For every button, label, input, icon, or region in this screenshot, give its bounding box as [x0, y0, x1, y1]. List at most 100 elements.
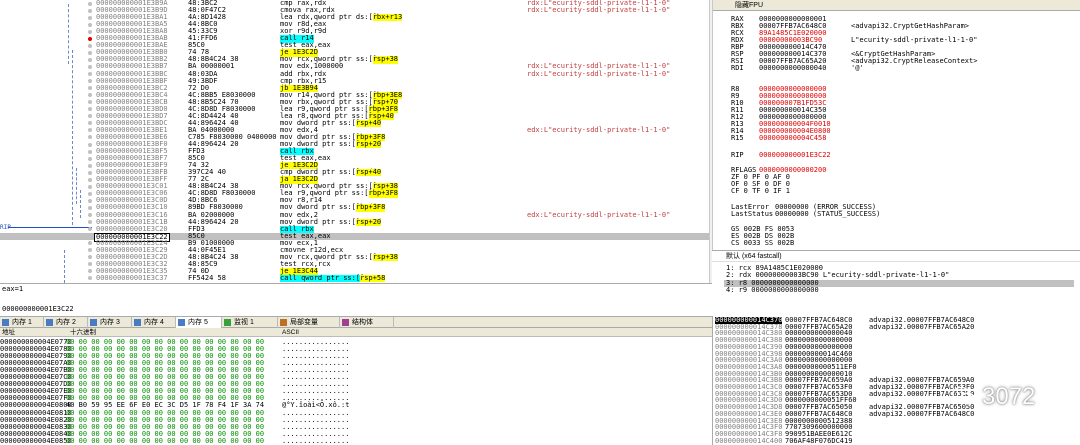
- info-strip: eax=1 000000000001E3C22: [0, 283, 712, 316]
- tab-7[interactable]: 局部变量: [278, 317, 340, 328]
- breakpoint-dot-icon[interactable]: [88, 15, 92, 20]
- hex-address: 000000000004E0850: [0, 436, 72, 445]
- breakpoint-dot-icon[interactable]: [88, 205, 92, 210]
- wechat-icon: [952, 386, 975, 405]
- breakpoint-dot-icon[interactable]: [88, 213, 92, 217]
- breakpoint-dot-icon[interactable]: [88, 163, 92, 168]
- disasm-row[interactable]: 000000000001E3C37 FF5424 58 call qword ptr…: [0, 273, 709, 283]
- breakpoint-dot-icon[interactable]: [88, 135, 92, 140]
- breakpoint-dot-icon[interactable]: [88, 86, 92, 91]
- call-arg-row[interactable]: 4: r9 0000000000000000: [726, 286, 819, 294]
- breakpoint-dot-icon[interactable]: [88, 156, 92, 161]
- register-row[interactable]: RIP 000000000001E3C22: [731, 151, 1080, 159]
- breakpoint-dot-icon[interactable]: [88, 198, 92, 203]
- info-address: 000000000001E3C22: [2, 305, 74, 313]
- breakpoint-dot-icon[interactable]: [88, 43, 92, 48]
- register-comment: '@': [851, 64, 864, 72]
- breakpoint-dot-icon[interactable]: [88, 128, 92, 133]
- stack-address: 000000000014C400: [715, 436, 783, 445]
- breakpoint-dot-icon[interactable]: [88, 29, 92, 34]
- breakpoint-dot-icon[interactable]: [88, 220, 92, 225]
- breakpoint-dot-icon[interactable]: [88, 114, 92, 119]
- memory-tabs: 内存 1 内存 2 内存 3 内存 4 内存 5 监视 1 局部变量 结构体: [0, 316, 712, 328]
- register-name: LastStatus: [731, 210, 774, 218]
- breakpoint-dot-icon[interactable]: [88, 107, 92, 112]
- breakpoint-dot-icon[interactable]: [88, 170, 92, 175]
- hex-row[interactable]: 000000000004E0850 00 00 00 00 00 00 00 00…: [0, 436, 712, 445]
- tab-label: 结构体: [352, 319, 373, 326]
- hex-col-hex[interactable]: 十六进制: [70, 328, 96, 337]
- tab-label: 局部变量: [290, 319, 318, 326]
- hex-col-ascii[interactable]: ASCII: [282, 328, 299, 337]
- register-row[interactable]: CS 0033 SS 002B: [731, 239, 1080, 247]
- hex-header: 地址 十六进制 ASCII: [0, 328, 712, 337]
- breakpoint-dot-icon[interactable]: [88, 262, 92, 267]
- watermark: 3072: [952, 382, 1072, 412]
- breakpoint-dot-icon[interactable]: [88, 255, 92, 260]
- tab-2[interactable]: 内存 2: [44, 317, 88, 328]
- register-row[interactable]: CF 0 TF 0 IF 1: [731, 187, 1080, 195]
- memory-icon: [2, 319, 9, 326]
- tab-8[interactable]: 结构体: [340, 317, 394, 328]
- register-value[interactable]: 0000000000000040: [759, 64, 826, 72]
- hex-dump[interactable]: 地址 十六进制 ASCII 000000000004E0770 00 00 00 …: [0, 328, 712, 445]
- breakpoint-dot-icon[interactable]: [88, 269, 92, 274]
- tab-6[interactable]: 监视 1: [222, 317, 278, 328]
- register-value[interactable]: 000000000001E3C22: [759, 151, 831, 159]
- breakpoint-dot-icon[interactable]: [88, 36, 92, 41]
- breakpoint-dot-icon[interactable]: [88, 241, 92, 246]
- disassembly-view[interactable]: RIP 000000000001E3B9A 48:3BC2 cmp rax,rdx r…: [0, 0, 710, 283]
- disasm-address: 000000000001E3C37: [96, 273, 168, 282]
- breakpoint-dot-icon[interactable]: [88, 79, 92, 84]
- tab-1[interactable]: 内存 1: [0, 317, 44, 328]
- memory-icon: [134, 319, 141, 326]
- call-convention-panel[interactable]: 默认 (x64 fastcall) 1: rcx 89A1485C1E02000…: [712, 250, 1080, 316]
- register-name: CS 0033 SS 002B: [731, 239, 795, 247]
- hex-col-address[interactable]: 地址: [2, 328, 15, 337]
- disasm-bytes: FF5424 58: [188, 273, 226, 282]
- stack-row[interactable]: 000000000014C400 706AF48F076DC419: [715, 436, 1079, 445]
- hex-ascii[interactable]: ................: [282, 437, 349, 445]
- register-value[interactable]: 000000000004C458: [759, 134, 826, 142]
- call-convention-header[interactable]: 默认 (x64 fastcall): [712, 251, 1080, 262]
- breakpoint-dot-icon[interactable]: [88, 276, 92, 281]
- hex-bytes[interactable]: 00 00 00 00 00 00 00 00 00 00 00 00 00 0…: [66, 437, 264, 445]
- register-panel[interactable]: 隐藏FPU RAX 0000000000000001 RBX 00007FFB7AC6…: [712, 0, 1080, 250]
- register-name: R15: [731, 134, 744, 142]
- register-value[interactable]: 00000000 (STATUS_SUCCESS): [775, 210, 880, 218]
- hide-fpu-button[interactable]: 隐藏FPU: [713, 0, 1080, 11]
- breakpoint-dot-icon[interactable]: [88, 234, 92, 239]
- breakpoint-dot-icon[interactable]: [88, 100, 92, 105]
- breakpoint-dot-icon[interactable]: [88, 191, 92, 196]
- breakpoint-dot-icon[interactable]: [88, 8, 92, 13]
- tab-label: 内存 5: [188, 319, 208, 326]
- tab-label: 内存 4: [144, 319, 164, 326]
- breakpoint-dot-icon[interactable]: [88, 64, 92, 69]
- memory-icon: [90, 319, 97, 326]
- breakpoint-dot-icon[interactable]: [88, 121, 92, 126]
- breakpoint-dot-icon[interactable]: [88, 57, 92, 62]
- register-row[interactable]: RDI 0000000000000040 '@': [731, 64, 1080, 72]
- breakpoint-dot-icon[interactable]: [88, 72, 92, 76]
- tab-4[interactable]: 内存 4: [132, 317, 176, 328]
- tab-5[interactable]: 内存 5: [176, 317, 222, 328]
- watermark-text: 3072: [982, 383, 1036, 410]
- breakpoint-dot-icon[interactable]: [88, 1, 92, 6]
- breakpoint-dot-icon[interactable]: [88, 142, 92, 147]
- stack-value[interactable]: 706AF48F076DC419: [785, 437, 852, 445]
- breakpoint-dot-icon[interactable]: [88, 177, 92, 182]
- tab-label: 内存 1: [12, 319, 32, 326]
- breakpoint-dot-icon[interactable]: [88, 184, 92, 189]
- register-row[interactable]: LastStatus 00000000 (STATUS_SUCCESS): [731, 210, 1080, 218]
- breakpoint-dot-icon[interactable]: [88, 22, 92, 27]
- breakpoint-dot-icon[interactable]: [88, 248, 92, 253]
- register-name: CF 0 TF 0 IF 1: [731, 187, 791, 195]
- breakpoint-dot-icon[interactable]: [88, 93, 92, 98]
- register-row[interactable]: R15 000000000004C458: [731, 134, 1080, 142]
- tab-3[interactable]: 内存 3: [88, 317, 132, 328]
- breakpoint-dot-icon[interactable]: [88, 227, 92, 232]
- tab-label: 监视 1: [234, 319, 254, 326]
- breakpoint-dot-icon[interactable]: [88, 50, 92, 55]
- breakpoint-dot-icon[interactable]: [88, 149, 92, 154]
- stack-view[interactable]: 000000000014C370 00007FFB7AC648C0 advapi32…: [712, 316, 1080, 445]
